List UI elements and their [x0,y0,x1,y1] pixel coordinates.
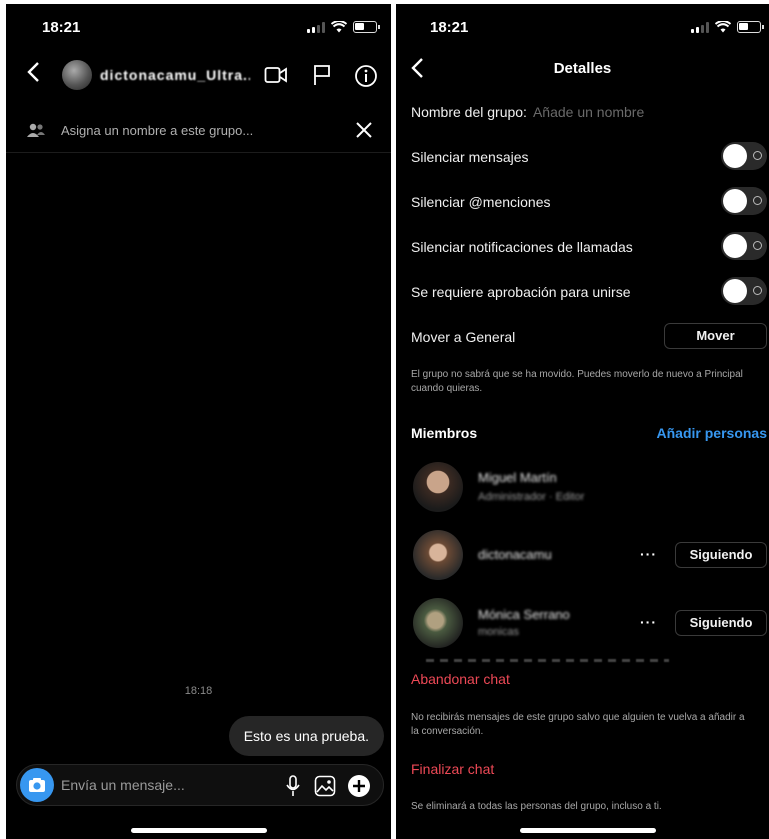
approval-required-toggle[interactable] [721,277,767,305]
group-name-label: Nombre del grupo: [411,104,527,120]
mute-calls-toggle[interactable] [721,232,767,260]
group-avatar[interactable] [62,60,92,90]
truncated-member-row [426,659,669,662]
page-title: Detalles [553,60,612,77]
leave-chat-note: No recibirás mensajes de este grupo salv… [411,712,745,737]
group-name-row[interactable]: Nombre del grupo: Añade un nombre [411,104,644,120]
home-indicator[interactable] [520,828,656,833]
add-icon[interactable] [347,774,371,803]
camera-icon[interactable] [20,768,54,802]
wifi-icon [331,21,347,33]
flag-icon[interactable] [312,64,332,91]
more-options-icon[interactable]: ··· [640,546,657,562]
end-chat-note: Se eliminará a todas las personas del gr… [411,801,662,812]
mute-messages-toggle[interactable] [721,142,767,170]
signal-icon [307,21,325,33]
avatar[interactable] [413,598,463,648]
status-time: 18:21 [42,19,81,36]
member-name: Mónica Serrano [478,607,570,622]
details-screen: 18:21 Detalles Nombre del grupo: Añade un… [396,4,769,839]
microphone-icon[interactable] [285,775,301,802]
member-name: dictonacamu [478,547,552,562]
video-call-icon[interactable] [264,64,288,91]
battery-icon [737,21,764,33]
member-role: Administrador · Editor [478,491,585,503]
gallery-icon[interactable] [314,775,336,802]
message-composer[interactable]: Envía un mensaje... [16,764,384,806]
member-name: Miguel Martín [478,470,557,485]
avatar[interactable] [413,462,463,512]
avatar[interactable] [413,530,463,580]
approval-required-label: Se requiere aprobación para unirse [411,284,631,300]
member-username: monicas [478,626,519,638]
status-bar: 18:21 [6,4,391,48]
message-timestamp: 18:18 [184,685,213,697]
chat-title[interactable]: dictonacamu_Ultra... [100,67,250,83]
back-icon[interactable] [26,60,40,88]
battery-icon [353,21,380,33]
mute-calls-label: Silenciar notificaciones de llamadas [411,239,633,255]
chat-header: dictonacamu_Ultra... [6,56,391,100]
mute-mentions-toggle[interactable] [721,187,767,215]
status-icons [307,21,380,33]
message-input[interactable]: Envía un mensaje... [61,777,185,793]
end-chat-link[interactable]: Finalizar chat [411,761,494,777]
home-indicator[interactable] [131,828,267,833]
members-heading: Miembros [411,425,478,441]
group-name-banner[interactable]: Asigna un nombre a este grupo... [6,109,391,153]
move-note: El grupo no sabrá que se ha movido. Pued… [411,369,743,394]
mute-mentions-label: Silenciar @menciones [411,194,551,210]
add-people-link[interactable]: Añadir personas [657,425,767,441]
following-button[interactable]: Siguiendo [675,542,767,568]
message-bubble[interactable]: Esto es una prueba. [228,716,384,756]
following-button[interactable]: Siguiendo [675,610,767,636]
status-time: 18:21 [430,19,469,36]
move-button[interactable]: Mover [664,323,767,349]
more-options-icon[interactable]: ··· [640,614,657,630]
group-name-input[interactable]: Añade un nombre [533,104,644,120]
chat-screen: 18:21 dictonacamu_Ultra... Asigna un nom… [6,4,391,839]
leave-chat-link[interactable]: Abandonar chat [411,671,510,687]
group-name-prompt: Asigna un nombre a este grupo... [61,123,254,138]
people-icon [26,122,46,143]
status-icons [691,21,764,33]
close-icon[interactable] [355,121,373,144]
signal-icon [691,21,709,33]
status-bar: 18:21 [396,4,769,48]
mute-messages-label: Silenciar mensajes [411,149,529,165]
info-icon[interactable] [354,64,378,93]
move-general-label: Mover a General [411,329,516,345]
wifi-icon [715,21,731,33]
